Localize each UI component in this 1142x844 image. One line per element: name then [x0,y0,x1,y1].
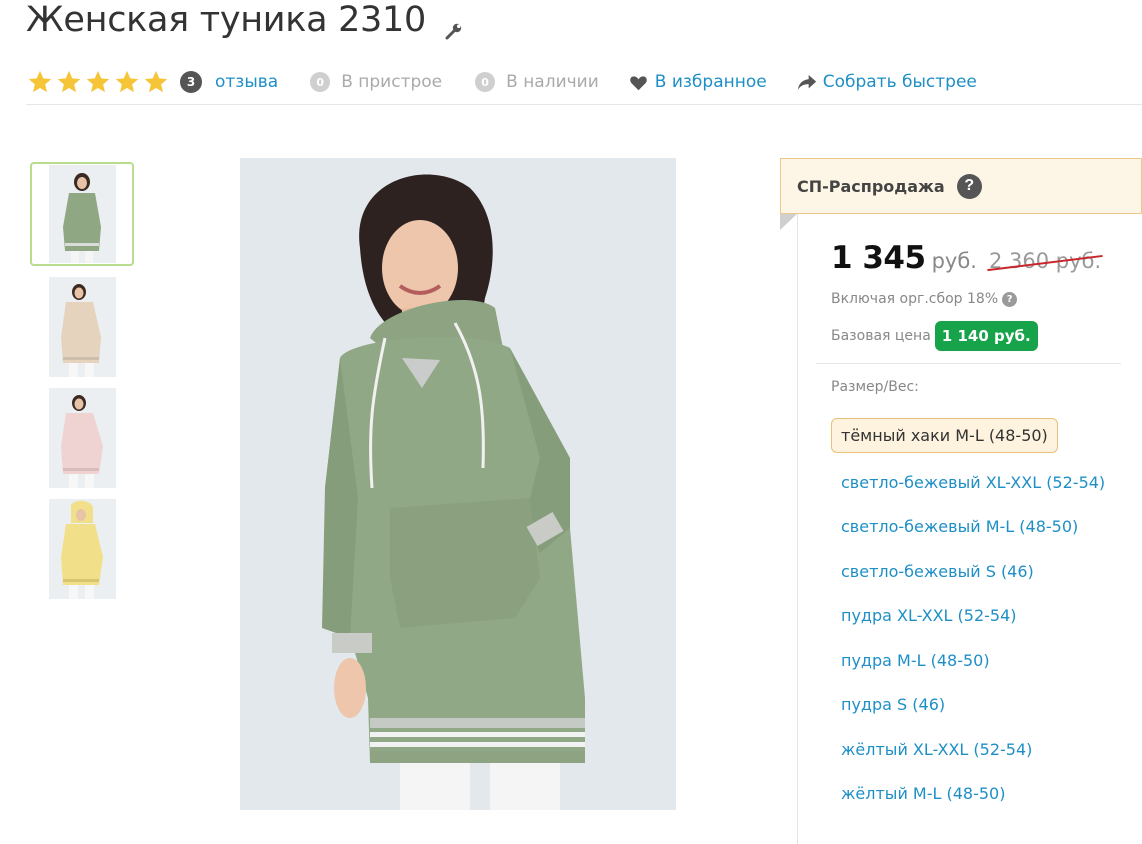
product-meta-row: 3 отзыва 0 В пристрое 0 В наличии В избр… [26,64,1142,100]
reviews-link[interactable]: 3 отзыва [180,71,278,93]
base-price-row: Базовая цена 1 140 руб. [831,321,1038,351]
favorite-label[interactable]: В избранное [655,72,767,92]
stock-count-badge: 0 [475,72,496,92]
share-arrow-icon [797,74,816,90]
collect-label[interactable]: Собрать быстрее [823,72,977,92]
stock-status[interactable]: 0 В наличии [475,72,599,92]
current-price: 1 345 [831,240,926,276]
size-option[interactable]: пудра XL-XXL (52-54) [831,603,1121,629]
star-icon [115,70,139,93]
question-icon[interactable]: ? [956,173,982,199]
header-divider [26,104,1142,105]
thumb-khaki[interactable] [30,162,134,266]
page-title: Женская туника 2310 [26,0,464,40]
star-icon [144,70,168,93]
size-option[interactable]: светло-бежевый XL-XXL (52-54) [831,470,1121,496]
base-price-label: Базовая цена [831,328,931,344]
main-product-image[interactable] [240,158,676,810]
stock-label[interactable]: В наличии [506,72,599,92]
wrench-icon[interactable] [444,10,464,40]
size-option[interactable]: светло-бежевый M-L (48-50) [831,514,1121,540]
size-option[interactable]: пудра M-L (48-50) [831,648,1121,674]
attach-status[interactable]: 0 В пристрое [310,72,442,92]
heart-icon [630,75,647,90]
star-icon [57,70,81,93]
thumbnail-image [48,388,116,488]
promo-label: СП-Распродажа [797,176,945,196]
thumbnail-image [48,499,116,599]
thumbnail-list [30,162,134,610]
reviews-count-badge: 3 [180,71,202,93]
org-fee-text: Включая орг.сбор 18% [831,291,999,307]
collect-faster-button[interactable]: Собрать быстрее [797,72,977,92]
thumb-yellow[interactable] [30,499,134,599]
old-price: 2 360 руб. [987,249,1103,273]
star-icon [28,70,52,93]
thumb-powder[interactable] [30,388,134,488]
attach-count-badge: 0 [310,72,331,92]
favorite-button[interactable]: В избранное [629,72,767,92]
size-label: Размер/Вес: [831,379,919,395]
size-option[interactable]: жёлтый M-L (48-50) [831,781,1121,807]
thumbnail-image [48,165,116,263]
star-icon [86,70,110,93]
promo-sale-box: СП-Распродажа ? [780,158,1142,214]
rating-stars [26,68,170,96]
base-price-badge: 1 140 руб. [934,321,1038,351]
price-row: 1 345 руб. 2 360 руб. [831,240,1103,276]
reviews-label[interactable]: отзыва [215,72,278,92]
size-option-selected[interactable]: тёмный хаки M-L (48-50) [831,418,1058,453]
size-option[interactable]: пудра S (46) [831,692,1121,718]
org-fee-note: Включая орг.сбор 18% ? [831,291,1018,307]
question-icon[interactable]: ? [1002,291,1018,307]
currency-label: руб. [931,249,977,273]
promo-corner-tail [780,214,797,230]
thumb-beige[interactable] [30,277,134,377]
size-option[interactable]: светло-бежевый S (46) [831,559,1121,585]
attach-label[interactable]: В пристрое [341,72,442,92]
size-option[interactable]: жёлтый XL-XXL (52-54) [831,737,1121,763]
thumbnail-image [48,277,116,377]
panel-divider [816,363,1121,364]
product-title: Женская туника 2310 [26,0,426,40]
size-options: тёмный хаки M-L (48-50) светло-бежевый X… [831,418,1121,807]
